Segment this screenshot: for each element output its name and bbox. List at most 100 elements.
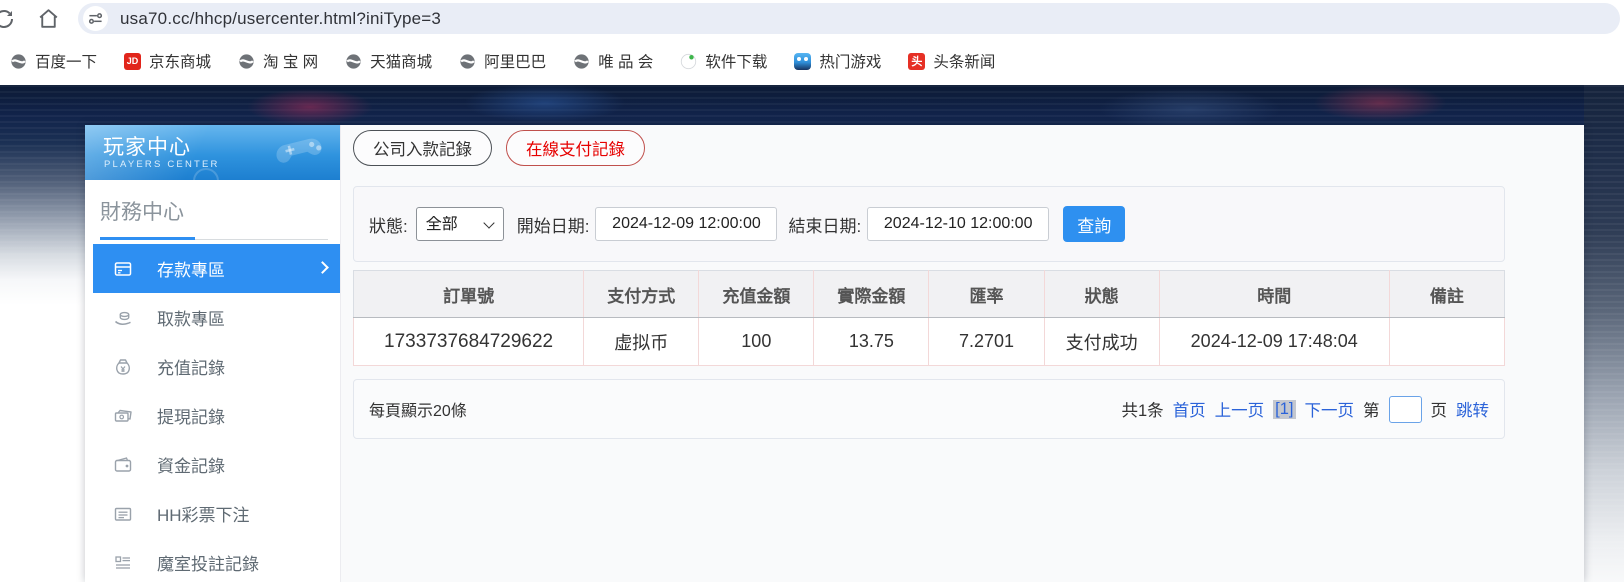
header-time: 時間 <box>1159 270 1390 318</box>
cash-notes-icon <box>113 406 133 426</box>
filter-bar: 狀態: 全部 開始日期: 結束日期: 查詢 <box>353 186 1505 262</box>
globe-icon <box>345 53 362 70</box>
sidebar-item-withdraw-records[interactable]: 提現記錄 <box>93 391 340 440</box>
sidebar-item-label: 取款專區 <box>157 310 225 329</box>
globe-icon <box>573 53 590 70</box>
bookmark-taobao[interactable]: 淘 宝 网 <box>238 50 318 72</box>
bookmark-toutiao[interactable]: 头 头条新闻 <box>908 50 995 72</box>
content-panel: 玩家中心 PLAYERS CENTER 財務中心 存款專區 取款專區 充值記錄 … <box>85 125 1584 582</box>
table-row: 1733737684729622 虚拟币 100 13.75 7.2701 支付… <box>352 317 1506 366</box>
header-order-no: 訂單號 <box>352 270 585 318</box>
sidebar-section-divider <box>100 237 328 240</box>
status-select[interactable]: 全部 <box>415 207 504 241</box>
cell-remark <box>1389 317 1506 366</box>
status-label: 狀態: <box>369 216 408 236</box>
bookmark-label: 头条新闻 <box>933 54 996 71</box>
header-remark: 備註 <box>1389 270 1506 318</box>
players-center-banner: 玩家中心 PLAYERS CENTER <box>85 125 340 180</box>
sidebar-item-hh-lottery-bet[interactable]: HH彩票下注 <box>93 489 340 538</box>
cell-rate: 7.2701 <box>928 317 1045 366</box>
header-rate: 匯率 <box>928 270 1045 318</box>
bookmark-label: 天猫商城 <box>370 54 433 71</box>
tab-online-payment-records[interactable]: 在線支付記錄 <box>506 130 645 166</box>
bookmark-software[interactable]: 软件下载 <box>680 50 767 72</box>
header-recharge-amount: 充值金額 <box>698 270 815 318</box>
sidebar-item-deposit[interactable]: 存款專區 <box>93 244 340 293</box>
cell-pay-method: 虚拟币 <box>583 317 700 366</box>
total-count-text: 共1条 <box>1121 402 1164 420</box>
reload-icon[interactable] <box>0 7 16 31</box>
sidebar-item-bet-records[interactable]: 魔室投註記錄 <box>93 538 340 582</box>
sidebar-item-label: 提現記錄 <box>157 408 225 427</box>
sidebar-menu: 存款專區 取款專區 充值記錄 提現記錄 資金記錄 HH彩票下注 魔室投註記錄 <box>85 244 340 582</box>
bookmark-tmall[interactable]: 天猫商城 <box>345 50 432 72</box>
bookmark-vip[interactable]: 唯 品 会 <box>573 50 653 72</box>
jump-page-input[interactable] <box>1388 395 1422 423</box>
browser-toolbar: usa70.cc/hhcp/usercenter.html?iniType=3 <box>0 0 1624 37</box>
url-text[interactable]: usa70.cc/hhcp/usercenter.html?iniType=3 <box>120 3 441 34</box>
toutiao-icon: 头 <box>908 52 926 70</box>
sidebar-item-label: 資金記錄 <box>157 457 225 476</box>
query-button[interactable]: 查詢 <box>1063 206 1126 242</box>
site-settings-icon[interactable] <box>83 6 108 31</box>
bookmark-alibaba[interactable]: 阿里巴巴 <box>459 50 546 72</box>
bookmark-label: 唯 品 会 <box>598 54 654 71</box>
cell-actual-amount: 13.75 <box>813 317 930 366</box>
jump-label-post: 页 <box>1430 402 1448 420</box>
bookmark-label: 百度一下 <box>35 54 98 71</box>
header-pay-method: 支付方式 <box>583 270 700 318</box>
screen: usa70.cc/hhcp/usercenter.html?iniType=3 … <box>0 0 1624 582</box>
address-bar[interactable]: usa70.cc/hhcp/usercenter.html?iniType=3 <box>78 3 1620 34</box>
cell-recharge-amount: 100 <box>698 317 815 366</box>
funds-wallet-icon <box>113 455 133 475</box>
status-select-wrap: 全部 <box>415 207 504 241</box>
main-content: 公司入款記錄 在線支付記錄 狀態: 全部 開始日期: 結束日期: 查詢 <box>340 125 1584 582</box>
jump-action-link[interactable]: 跳转 <box>1456 397 1489 421</box>
sidebar: 玩家中心 PLAYERS CENTER 財務中心 存款專區 取款專區 充值記錄 … <box>85 125 340 582</box>
page-background: 玩家中心 PLAYERS CENTER 財務中心 存款專區 取款專區 充值記錄 … <box>0 85 1624 582</box>
sidebar-item-withdraw[interactable]: 取款專區 <box>93 293 340 342</box>
page-size-text: 每頁顯示20條 <box>369 403 467 420</box>
bookmark-label: 京东商城 <box>149 54 212 71</box>
pagination-bar: 每頁顯示20條 共1条 首页 上一页 [1] 下一页 第 页 跳转 <box>353 379 1505 439</box>
first-page-link[interactable]: 首页 <box>1173 397 1206 421</box>
lottery-list-icon <box>113 504 133 524</box>
gamepad-icon <box>272 131 332 176</box>
header-actual-amount: 實際金額 <box>813 270 930 318</box>
next-page-link[interactable]: 下一页 <box>1305 397 1355 421</box>
start-date-input[interactable] <box>595 207 778 241</box>
tab-company-deposit-records[interactable]: 公司入款記錄 <box>353 130 492 166</box>
globe-icon <box>459 53 476 70</box>
jump-label-pre: 第 <box>1363 402 1380 420</box>
header-status: 狀態 <box>1044 270 1160 318</box>
globe-icon <box>238 53 255 70</box>
chevron-right-icon <box>316 261 329 274</box>
bet-record-icon <box>113 553 133 573</box>
bookmark-label: 热门游戏 <box>819 54 882 71</box>
start-date-label: 開始日期: <box>516 216 590 236</box>
bookmark-baidu[interactable]: 百度一下 <box>10 50 97 72</box>
sidebar-title: 玩家中心 <box>103 136 191 159</box>
sidebar-item-label: 存款專區 <box>157 261 225 280</box>
prev-page-link[interactable]: 上一页 <box>1215 397 1265 421</box>
end-date-label: 結束日期: <box>788 216 862 236</box>
bookmark-jd[interactable]: JD 京东商城 <box>124 50 211 72</box>
pager-controls: 共1条 首页 上一页 [1] 下一页 第 页 跳转 <box>1121 395 1489 423</box>
sidebar-item-label: 充值記錄 <box>157 359 225 378</box>
bookmark-label: 淘 宝 网 <box>263 54 319 71</box>
home-icon[interactable] <box>36 6 61 31</box>
current-page-indicator: [1] <box>1273 399 1296 419</box>
software-download-icon <box>680 53 697 70</box>
sidebar-section-title: 財務中心 <box>100 201 184 224</box>
game-robot-icon <box>794 52 812 70</box>
sidebar-item-funds-records[interactable]: 資金記錄 <box>93 440 340 489</box>
bookmark-label: 阿里巴巴 <box>484 54 547 71</box>
jd-icon: JD <box>124 52 142 70</box>
cell-time: 2024-12-09 17:48:04 <box>1159 317 1390 366</box>
withdraw-hand-icon <box>113 308 133 328</box>
recharge-bag-icon <box>113 357 133 377</box>
bookmark-games[interactable]: 热门游戏 <box>794 50 881 72</box>
sidebar-item-recharge-records[interactable]: 充值記錄 <box>93 342 340 391</box>
end-date-input[interactable] <box>867 207 1050 241</box>
bookmark-label: 软件下载 <box>705 54 768 71</box>
